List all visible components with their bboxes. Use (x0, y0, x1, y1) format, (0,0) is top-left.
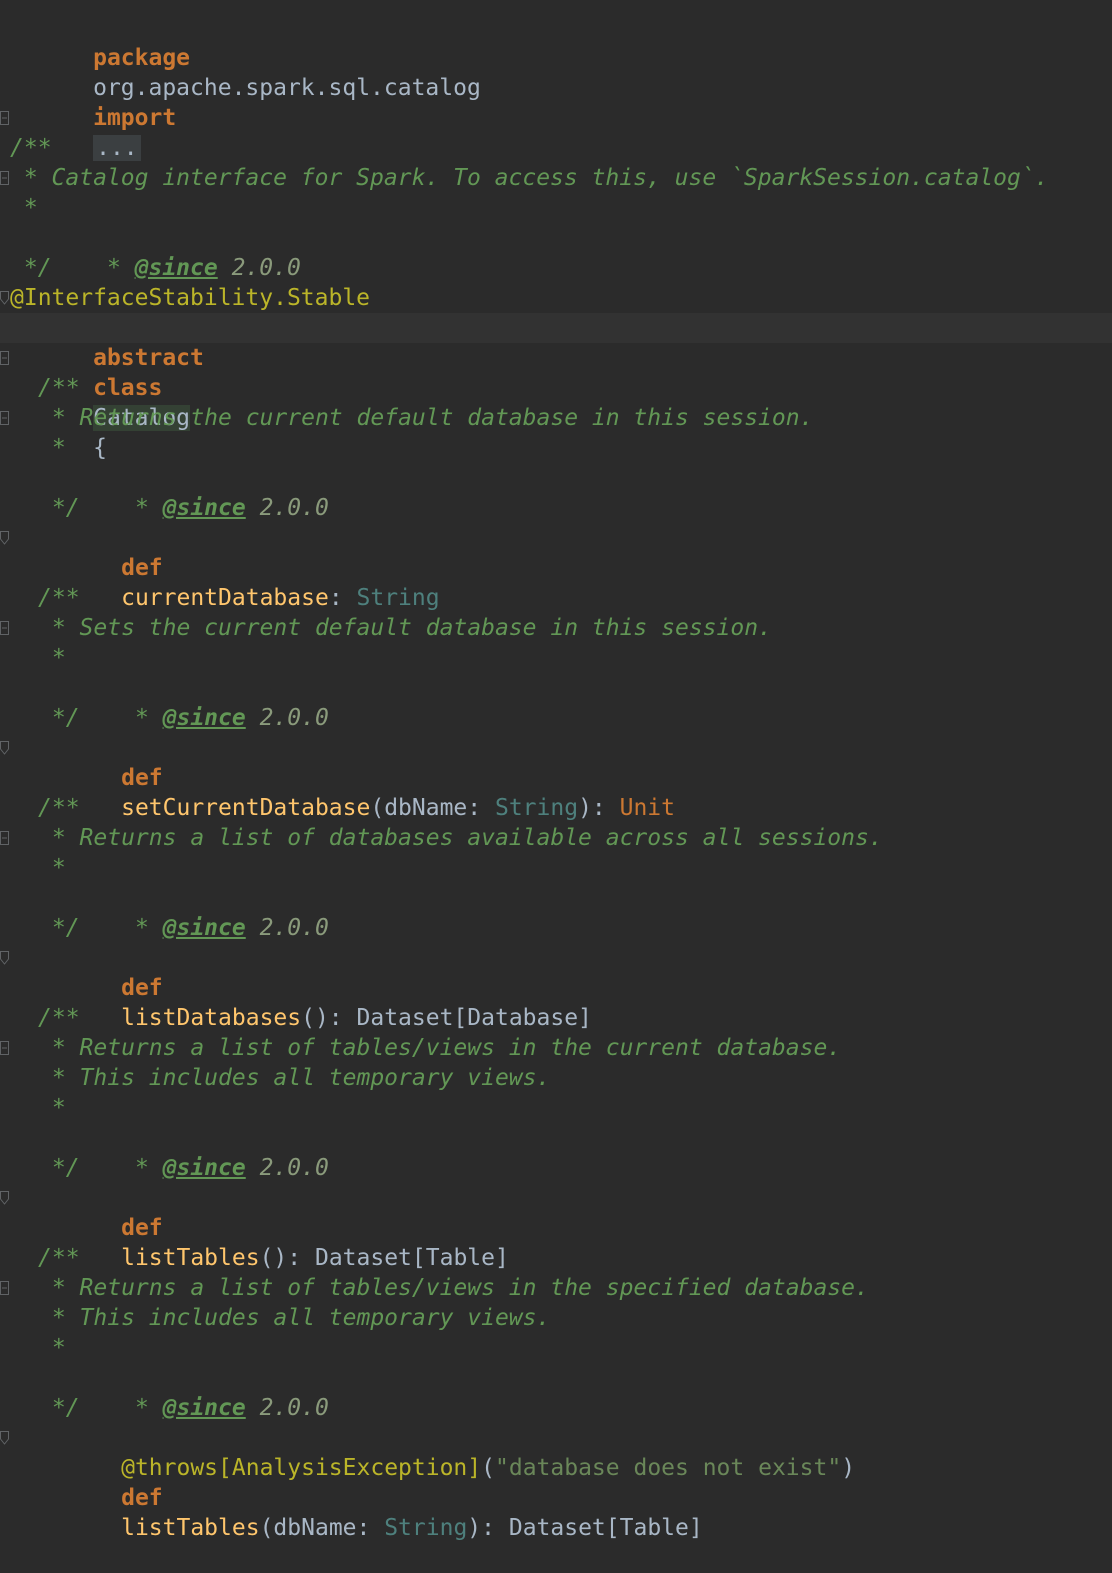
code-line-import[interactable]: import ... (0, 73, 1112, 161)
doc-comment: * This includes all temporary views. (38, 1305, 551, 1331)
doc-comment: * (38, 645, 66, 671)
doc-comment: */ (10, 255, 52, 281)
return-type: Dataset[Table] (508, 1515, 703, 1541)
code-line-def[interactable]: def setCurrentDatabase(dbName: String): … (0, 733, 1112, 821)
code-line-doc-since[interactable]: * @since 2.0.0 (0, 463, 1112, 521)
method-name: listTables (121, 1515, 260, 1541)
code-line-def[interactable]: def listDatabases(): Dataset[Database] (0, 943, 1112, 1031)
code-line-package[interactable]: package org.apache.spark.sql.catalog (0, 13, 1112, 101)
code-line-class-doc-open[interactable]: /** (0, 133, 1112, 185)
doc-comment: * This includes all temporary views. (38, 1065, 551, 1091)
code-line-doc[interactable]: * Returns a list of tables/views in the … (0, 1033, 1112, 1063)
doc-comment: */ (38, 705, 80, 731)
code-line-doc-close[interactable]: */ (0, 1153, 1112, 1205)
doc-comment: * (38, 1335, 66, 1361)
param-open: (dbName: (259, 1515, 385, 1541)
code-line-doc[interactable]: * This includes all temporary views. (0, 1303, 1112, 1333)
doc-comment: */ (38, 1155, 80, 1181)
def-keyword: def (121, 555, 163, 581)
code-line-doc[interactable]: * Sets the current default database in t… (0, 613, 1112, 643)
code-line-doc-blank[interactable]: * (0, 433, 1112, 463)
code-line-doc-since[interactable]: * @since 2.0.0 (0, 673, 1112, 731)
code-line-doc[interactable]: * Returns a list of databases available … (0, 823, 1112, 853)
code-line-doc-open[interactable]: /** (0, 373, 1112, 425)
code-line-doc-close[interactable]: */ (0, 1393, 1112, 1445)
code-line-doc[interactable]: * Returns the current default database i… (0, 403, 1112, 433)
package-keyword: package (93, 45, 191, 71)
doc-comment: * (10, 195, 38, 221)
doc-comment: /** (10, 135, 52, 161)
class-annotation: @InterfaceStability.Stable (10, 285, 371, 311)
code-line-class-decl[interactable]: abstract class Catalog { (0, 313, 1112, 461)
code-line-doc-since[interactable]: * @since 2.0.0 (0, 883, 1112, 941)
code-line-throws[interactable]: @throws[AnalysisException]("database doe… (0, 1423, 1112, 1481)
doc-comment: */ (38, 495, 80, 521)
abstract-keyword: abstract (93, 345, 204, 371)
doc-comment: /** (38, 1245, 80, 1271)
fold-open-icon[interactable] (0, 343, 9, 373)
doc-comment: * Catalog interface for Spark. To access… (10, 165, 1049, 191)
doc-comment: * (38, 1095, 66, 1121)
param-type: String (384, 1515, 468, 1541)
def-keyword: def (121, 765, 163, 791)
code-line-doc[interactable]: * Returns a list of tables/views in the … (0, 1273, 1112, 1303)
code-line-doc-blank[interactable]: * (0, 1093, 1112, 1123)
doc-comment: * (38, 855, 66, 881)
code-line-doc-blank[interactable]: * (0, 643, 1112, 673)
code-line-doc-since[interactable]: * @since 2.0.0 (0, 1363, 1112, 1421)
code-line-class-doc-close[interactable]: */ (0, 253, 1112, 305)
code-line-doc-open[interactable]: /** (0, 1243, 1112, 1295)
code-line-class-doc-blank[interactable]: * (0, 193, 1112, 223)
code-line-doc-close[interactable]: */ (0, 703, 1112, 755)
doc-comment: * Sets the current default database in t… (38, 615, 772, 641)
param-close: ): (467, 1515, 509, 1541)
code-line-doc-open[interactable]: /** (0, 1003, 1112, 1055)
doc-comment: */ (38, 1395, 80, 1421)
code-line-doc-open[interactable]: /** (0, 793, 1112, 845)
code-line-doc-since[interactable]: * @since 2.0.0 (0, 1123, 1112, 1181)
doc-comment: * Returns a list of tables/views in the … (38, 1035, 842, 1061)
code-line-class-doc-since[interactable]: * @since 2.0.0 (0, 223, 1112, 281)
code-line-doc-blank[interactable]: * (0, 853, 1112, 883)
doc-comment: * (38, 435, 66, 461)
def-keyword: def (121, 1215, 163, 1241)
code-editor[interactable]: package org.apache.spark.sql.catalog imp… (0, 0, 1112, 1541)
doc-comment: * Returns a list of databases available … (38, 825, 883, 851)
code-line-class-doc[interactable]: * Catalog interface for Spark. To access… (0, 163, 1112, 193)
doc-comment: /** (38, 1005, 80, 1031)
code-line-doc-close[interactable]: */ (0, 493, 1112, 545)
fold-open-icon[interactable] (0, 103, 9, 133)
import-keyword: import (93, 105, 177, 131)
doc-comment: /** (38, 585, 80, 611)
code-line-def[interactable]: def currentDatabase: String (0, 523, 1112, 611)
doc-comment: * Returns the current default database i… (38, 405, 814, 431)
code-line-doc-close[interactable]: */ (0, 913, 1112, 965)
code-line-def[interactable]: def listTables(dbName: String): Dataset[… (0, 1453, 1112, 1541)
code-line-doc[interactable]: * This includes all temporary views. (0, 1063, 1112, 1093)
code-line-doc-blank[interactable]: * (0, 1333, 1112, 1363)
code-line-annotation[interactable]: @InterfaceStability.Stable (0, 283, 1112, 313)
def-keyword: def (121, 975, 163, 1001)
def-keyword: def (121, 1485, 163, 1511)
doc-comment: /** (38, 375, 80, 401)
doc-comment: * Returns a list of tables/views in the … (38, 1275, 869, 1301)
doc-comment: */ (38, 915, 80, 941)
code-line-doc-open[interactable]: /** (0, 583, 1112, 635)
doc-comment: /** (38, 795, 80, 821)
code-line-def[interactable]: def listTables(): Dataset[Table] (0, 1183, 1112, 1271)
